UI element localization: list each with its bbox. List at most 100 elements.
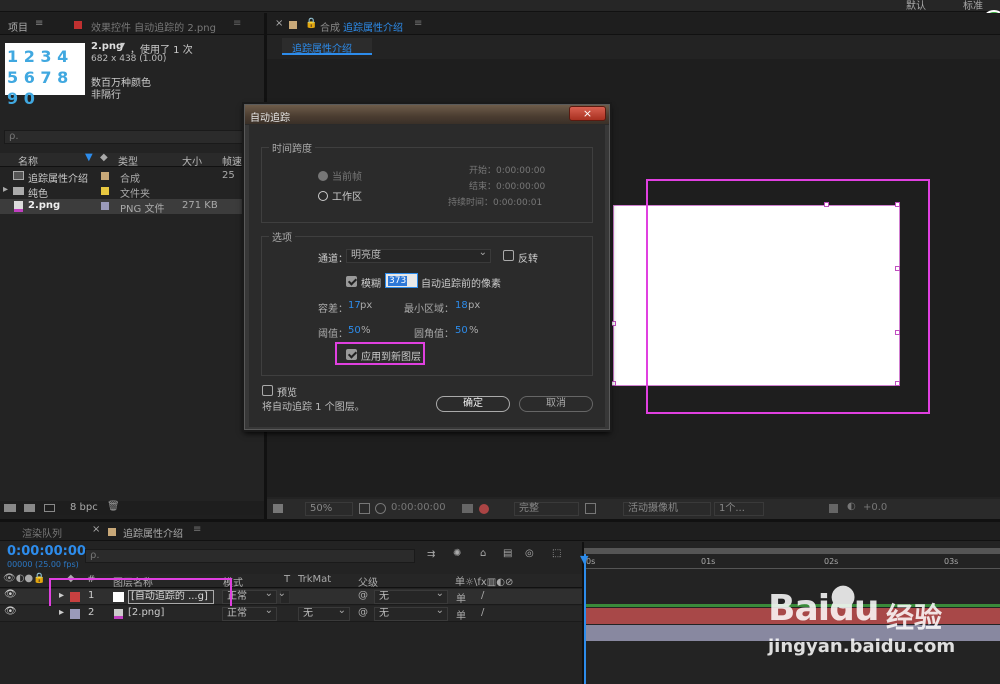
workspace-default[interactable]: 默认 bbox=[906, 0, 926, 12]
blur-input[interactable]: 373 bbox=[385, 273, 418, 288]
table-row[interactable]: 👁 ▸ 2 [2.png] 正常 无 @ 无 单 / bbox=[0, 605, 582, 622]
new-comp-icon[interactable] bbox=[44, 504, 55, 512]
exposure-value[interactable]: +0.0 bbox=[863, 502, 887, 513]
col-type[interactable]: 类型 bbox=[118, 153, 138, 168]
current-frame-label[interactable]: 当前帧 bbox=[332, 168, 362, 183]
roi-icon[interactable] bbox=[585, 503, 596, 514]
comp-subtab[interactable]: 追踪属性介绍 bbox=[282, 38, 372, 55]
list-item[interactable]: 2.png PNG 文件 271 KB bbox=[0, 199, 264, 215]
list-item[interactable]: 追踪属性介绍 合成 25 bbox=[0, 169, 264, 185]
quality-dropdown[interactable]: 完整 bbox=[514, 502, 579, 516]
interpret-footage-icon[interactable] bbox=[4, 504, 16, 512]
draft-3d-icon[interactable]: ✺ bbox=[453, 548, 461, 559]
motion-blur-icon[interactable]: ◎ bbox=[525, 548, 534, 559]
tab-effect-controls[interactable]: 效果控件 自动追踪的 2.png bbox=[91, 19, 216, 34]
flowchart-icon[interactable] bbox=[829, 504, 838, 513]
close-icon[interactable]: × bbox=[92, 524, 100, 535]
tab-project[interactable]: 项目 bbox=[8, 19, 28, 34]
menu-icon[interactable]: ≡ bbox=[414, 18, 422, 29]
grid-icon[interactable] bbox=[359, 503, 370, 514]
trkmat-dropdown[interactable]: 无 bbox=[298, 605, 350, 621]
preview-label[interactable]: 预览 bbox=[277, 384, 297, 399]
ok-button[interactable]: 确定 bbox=[436, 396, 510, 412]
parent-dropdown[interactable]: 无 bbox=[374, 605, 448, 621]
corner-value[interactable]: 50 bbox=[455, 325, 468, 336]
camera-dropdown[interactable]: 活动摄像机 bbox=[623, 502, 711, 516]
comp-mini-flowchart-icon[interactable]: ⇉ bbox=[427, 549, 435, 560]
threshold-value[interactable]: 50 bbox=[348, 325, 361, 336]
exposure-icon[interactable]: ◐ bbox=[847, 501, 856, 512]
cancel-button[interactable]: 取消 bbox=[519, 396, 593, 412]
lock-icon[interactable]: 🔒 bbox=[305, 18, 317, 29]
playhead-marker[interactable]: ▼ bbox=[580, 553, 588, 566]
blur-label[interactable]: 模糊 bbox=[361, 275, 381, 290]
quality-switch[interactable]: / bbox=[481, 590, 484, 601]
work-area-label[interactable]: 工作区 bbox=[332, 188, 362, 203]
current-time[interactable]: 0:00:00:00 bbox=[391, 502, 446, 513]
shy-icon[interactable]: ⌂ bbox=[480, 548, 486, 559]
transform-handle[interactable] bbox=[611, 381, 616, 386]
new-folder-icon[interactable] bbox=[24, 504, 35, 512]
channel-dropdown[interactable]: 明亮度 bbox=[346, 247, 491, 263]
search-input[interactable]: ρ. bbox=[85, 549, 415, 563]
close-icon[interactable]: × bbox=[275, 18, 283, 29]
pickwhip-icon[interactable]: @ bbox=[358, 607, 368, 618]
quality-switch[interactable]: / bbox=[481, 607, 484, 618]
expand-icon[interactable]: ▸ bbox=[59, 607, 64, 618]
preview-checkbox[interactable] bbox=[262, 385, 273, 396]
threshold-label: 阈值： bbox=[318, 329, 348, 340]
col-name[interactable]: 名称 bbox=[18, 153, 38, 168]
expand-icon[interactable]: ▸ bbox=[3, 184, 8, 195]
views-dropdown[interactable]: 1个... bbox=[714, 502, 764, 516]
transform-handle[interactable] bbox=[611, 321, 616, 326]
av-switch-icons: 👁◐●🔒 bbox=[3, 573, 46, 584]
graph-editor-icon[interactable]: ⬚ bbox=[552, 548, 561, 559]
mask-icon[interactable] bbox=[375, 503, 386, 514]
tab-composition[interactable]: 追踪属性介绍 bbox=[343, 19, 403, 34]
sort-icon[interactable]: ▼ bbox=[85, 152, 93, 163]
shy-switch[interactable]: 单 bbox=[456, 607, 466, 622]
invert-label[interactable]: 反转 bbox=[518, 250, 538, 265]
list-item[interactable]: ▸ 纯色 文件夹 bbox=[0, 184, 264, 200]
layer-color-swatch[interactable] bbox=[70, 609, 80, 619]
search-input[interactable]: ρ. bbox=[4, 130, 260, 144]
menu-icon[interactable]: ≡ bbox=[193, 524, 201, 535]
layer-name[interactable]: [2.png] bbox=[128, 607, 164, 618]
zoom-dropdown[interactable]: 50% bbox=[305, 502, 353, 516]
dimensions: 682 x 438 (1.00) bbox=[91, 54, 167, 64]
parent-dropdown[interactable]: 无 bbox=[374, 588, 448, 604]
col-size[interactable]: 大小 bbox=[182, 153, 202, 168]
blur-checkbox[interactable] bbox=[346, 276, 357, 287]
snapshot-icon[interactable] bbox=[273, 504, 283, 513]
trkmat-dropdown[interactable] bbox=[278, 588, 290, 604]
mode-dropdown[interactable]: 正常 bbox=[222, 605, 277, 621]
col-rate[interactable]: 帧速 bbox=[222, 153, 242, 168]
timecode[interactable]: 0:00:00:00 bbox=[7, 544, 86, 559]
col-parent[interactable]: 父级 bbox=[358, 574, 378, 589]
tab-timeline-comp[interactable]: 追踪属性介绍 bbox=[123, 525, 183, 540]
tab-render-queue[interactable]: 渲染队列 bbox=[22, 525, 62, 540]
bpc-label[interactable]: 8 bpc bbox=[70, 502, 98, 513]
pickwhip-icon[interactable]: @ bbox=[358, 590, 368, 601]
work-area-radio[interactable] bbox=[318, 191, 328, 201]
eye-icon[interactable]: 👁 bbox=[4, 606, 17, 617]
playhead[interactable] bbox=[584, 554, 586, 684]
trash-icon[interactable]: 🗑 bbox=[107, 501, 120, 512]
invert-checkbox[interactable] bbox=[503, 250, 514, 261]
chevron-down-icon[interactable]: ▾ bbox=[120, 40, 125, 51]
color-channel-icon[interactable] bbox=[479, 504, 489, 514]
tolerance-value[interactable]: 17 bbox=[348, 300, 361, 311]
camera-icon[interactable] bbox=[462, 504, 473, 513]
current-frame-radio[interactable] bbox=[318, 171, 328, 181]
col-trkmat[interactable]: TrkMat bbox=[298, 574, 331, 585]
menu-icon[interactable]: ≡ bbox=[35, 18, 43, 29]
frame-blend-icon[interactable]: ▤ bbox=[503, 548, 512, 559]
shy-switch[interactable]: 单 bbox=[456, 590, 466, 605]
close-button[interactable]: × bbox=[569, 106, 606, 121]
min-area-unit: px bbox=[468, 300, 481, 311]
menu-icon[interactable]: ≡ bbox=[233, 18, 241, 29]
eye-icon[interactable]: 👁 bbox=[4, 589, 17, 600]
work-area-bar[interactable] bbox=[584, 548, 1000, 554]
min-area-value[interactable]: 18 bbox=[455, 300, 468, 311]
workspace-standard[interactable]: 标准 bbox=[963, 0, 983, 12]
